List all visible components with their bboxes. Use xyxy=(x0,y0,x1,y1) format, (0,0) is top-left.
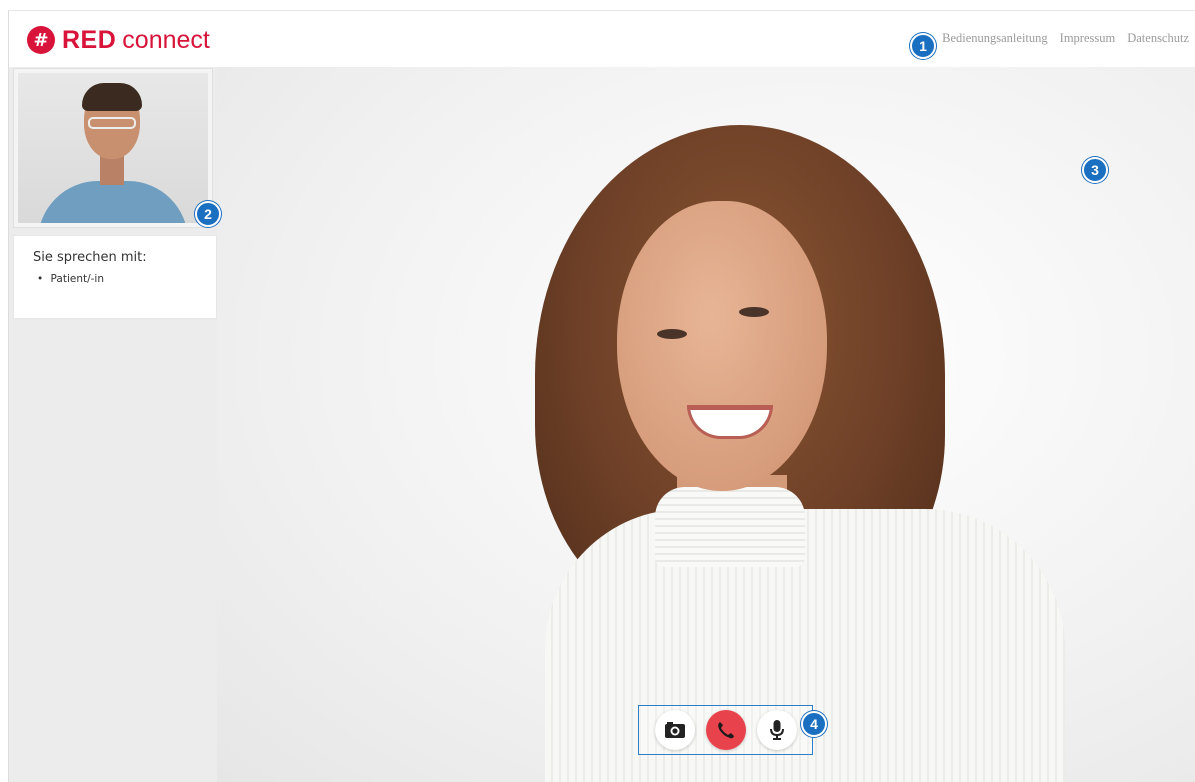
self-video-tile xyxy=(13,68,213,228)
callout-badge-3: 3 xyxy=(1082,157,1108,183)
call-controls xyxy=(638,705,813,755)
self-video-image xyxy=(18,73,208,223)
camera-toggle-button[interactable] xyxy=(654,710,695,750)
nav-link-privacy[interactable]: Datenschutz xyxy=(1127,31,1189,46)
callout-badge-1: 1 xyxy=(910,33,936,59)
microphone-toggle-button[interactable] xyxy=(756,710,797,750)
participant-info-card: Sie sprechen mit: Patient/-in xyxy=(13,235,217,319)
remote-video-stage xyxy=(217,67,1195,782)
logo-hash-icon: # xyxy=(27,26,55,54)
phone-hangup-icon xyxy=(717,722,734,739)
top-nav: Bedienungsanleitung Impressum Datenschut… xyxy=(942,31,1189,46)
callout-badge-2: 2 xyxy=(195,201,221,227)
logo-text-red: RED xyxy=(62,25,117,54)
callout-badge-4: 4 xyxy=(801,711,827,737)
participant-item: Patient/-in xyxy=(37,273,216,285)
camera-icon xyxy=(664,722,685,738)
logo-text-connect: connect xyxy=(122,25,210,54)
nav-link-manual[interactable]: Bedienungsanleitung xyxy=(942,31,1048,46)
hangup-button[interactable] xyxy=(705,710,746,750)
brand-logo[interactable]: # RED connect xyxy=(27,25,210,55)
nav-link-imprint[interactable]: Impressum xyxy=(1060,31,1116,46)
microphone-icon xyxy=(769,720,784,740)
participant-list: Patient/-in xyxy=(33,273,216,285)
app-window: # RED connect Bedienungsanleitung Impres… xyxy=(8,10,1195,782)
header: # RED connect Bedienungsanleitung Impres… xyxy=(9,11,1195,67)
sidebar: Sie sprechen mit: Patient/-in xyxy=(9,67,217,782)
participant-info-title: Sie sprechen mit: xyxy=(33,250,147,265)
